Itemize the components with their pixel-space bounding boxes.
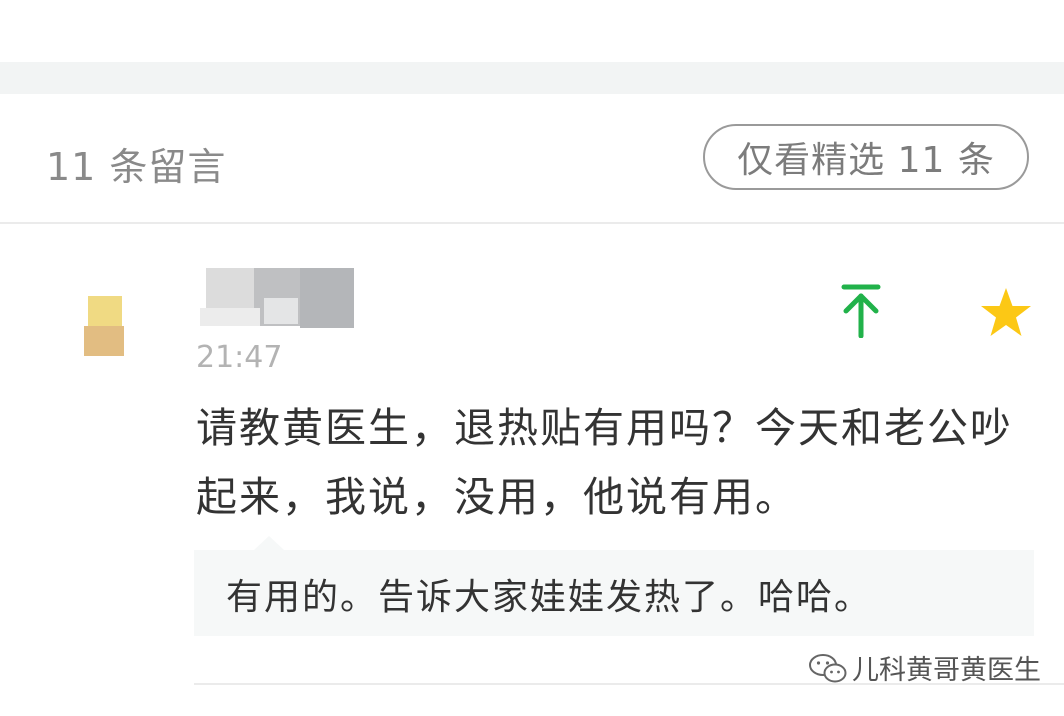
author-reply: 有用的。告诉大家娃娃发热了。哈哈。 [194, 536, 1034, 636]
comment-count-label: 11 条留言 [46, 145, 227, 189]
comments-header: 11 条留言 仅看精选 11 条 [0, 94, 1064, 224]
pin-to-top-icon[interactable] [838, 284, 884, 338]
blurred-username [200, 268, 356, 328]
reply-pointer [254, 536, 284, 550]
author-reply-text: 有用的。告诉大家娃娃发热了。哈哈。 [226, 577, 873, 618]
watermark: 儿科黄哥黄医生 [808, 648, 1041, 687]
section-separator [0, 62, 1064, 94]
top-blank-area [0, 0, 1064, 62]
star-icon[interactable] [978, 286, 1034, 340]
wechat-logo-icon [809, 653, 847, 682]
comment-time: 21:47 [196, 340, 283, 375]
comment-item: 21:47 请教黄医生，退热贴有用吗？今天和老公吵起来，我说，没用，他说有用。 … [0, 224, 1064, 716]
avatar[interactable] [84, 296, 128, 358]
watermark-label: 儿科黄哥黄医生 [852, 655, 1041, 686]
view-featured-button[interactable]: 仅看精选 11 条 [703, 124, 1029, 190]
comment-text: 请教黄医生，退热贴有用吗？今天和老公吵起来，我说，没用，他说有用。 [196, 404, 1013, 521]
